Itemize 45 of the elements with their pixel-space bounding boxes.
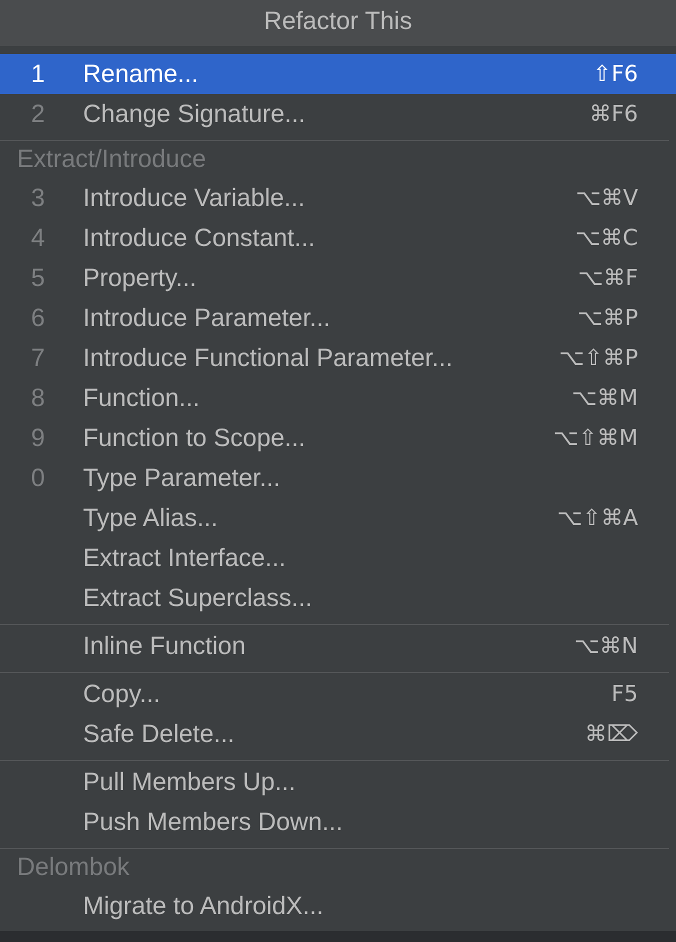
keyboard-shortcut: ⌥⌘P bbox=[577, 306, 638, 330]
menu-item[interactable]: Extract Interface... bbox=[0, 538, 676, 578]
menu-item[interactable]: 0 Type Parameter... bbox=[0, 458, 676, 498]
section-header: Extract/Introduce bbox=[16, 144, 207, 174]
mnemonic-number: 4 bbox=[31, 224, 45, 252]
menu-item[interactable]: Pull Members Up... bbox=[0, 762, 676, 802]
menu-item[interactable]: 2 Change Signature... ⌘F6 bbox=[0, 94, 676, 134]
menu-item[interactable]: 9 Function to Scope... ⌥⇧⌘M bbox=[0, 418, 676, 458]
menu-item[interactable]: 6 Introduce Parameter... ⌥⌘P bbox=[0, 298, 676, 338]
keyboard-shortcut: ⌘⌦ bbox=[584, 722, 638, 746]
keyboard-shortcut: ⌥⇧⌘A bbox=[557, 506, 638, 530]
keyboard-shortcut: ⌥⌘F bbox=[578, 266, 638, 290]
keyboard-shortcut: ⌥⌘V bbox=[576, 186, 638, 210]
mnemonic-number: 6 bbox=[31, 304, 45, 332]
menu-item[interactable]: Push Members Down... bbox=[0, 802, 676, 842]
menu-item[interactable]: 7 Introduce Functional Parameter... ⌥⇧⌘P bbox=[0, 338, 676, 378]
menu-item[interactable]: Safe Delete... ⌘⌦ bbox=[0, 714, 676, 754]
menu-item[interactable]: 3 Introduce Variable... ⌥⌘V bbox=[0, 178, 676, 218]
keyboard-shortcut: ⌥⇧⌘M bbox=[553, 426, 638, 450]
mnemonic-number: 5 bbox=[31, 264, 45, 292]
window-title: Refactor This bbox=[264, 6, 412, 36]
keyboard-shortcut: ⌥⌘C bbox=[575, 226, 638, 250]
keyboard-shortcut: F5 bbox=[611, 682, 638, 706]
keyboard-shortcut: ⌥⇧⌘P bbox=[558, 346, 638, 370]
menu-item[interactable]: 8 Function... ⌥⌘M bbox=[0, 378, 676, 418]
menu-item[interactable]: Copy... F5 bbox=[0, 674, 676, 714]
section-header: Delombok bbox=[16, 852, 131, 882]
menu-item[interactable]: 4 Introduce Constant... ⌥⌘C bbox=[0, 218, 676, 258]
menu-item[interactable]: 5 Property... ⌥⌘F bbox=[0, 258, 676, 298]
mnemonic-number: 2 bbox=[31, 100, 45, 128]
mnemonic-number: 0 bbox=[31, 464, 45, 492]
keyboard-shortcut: ⌥⌘M bbox=[572, 386, 638, 410]
mnemonic-number: 9 bbox=[31, 424, 45, 452]
menu-item[interactable]: Type Alias... ⌥⇧⌘A bbox=[0, 498, 676, 538]
mnemonic-number: 3 bbox=[31, 184, 45, 212]
keyboard-shortcut: ⌘F6 bbox=[589, 102, 638, 126]
menu-item[interactable]: Extract Superclass... bbox=[0, 578, 676, 618]
keyboard-shortcut: ⌥⌘N bbox=[574, 634, 638, 658]
keyboard-shortcut: ⇧F6 bbox=[592, 62, 638, 86]
mnemonic-number: 7 bbox=[31, 344, 45, 372]
menu-item[interactable]: Inline Function ⌥⌘N bbox=[0, 626, 676, 666]
mnemonic-number: 1 bbox=[31, 60, 45, 88]
menu-item[interactable]: Migrate to AndroidX... bbox=[0, 886, 676, 926]
menu-item[interactable]: 1 Rename... ⇧F6 bbox=[0, 54, 676, 94]
mnemonic-number: 8 bbox=[31, 384, 45, 412]
